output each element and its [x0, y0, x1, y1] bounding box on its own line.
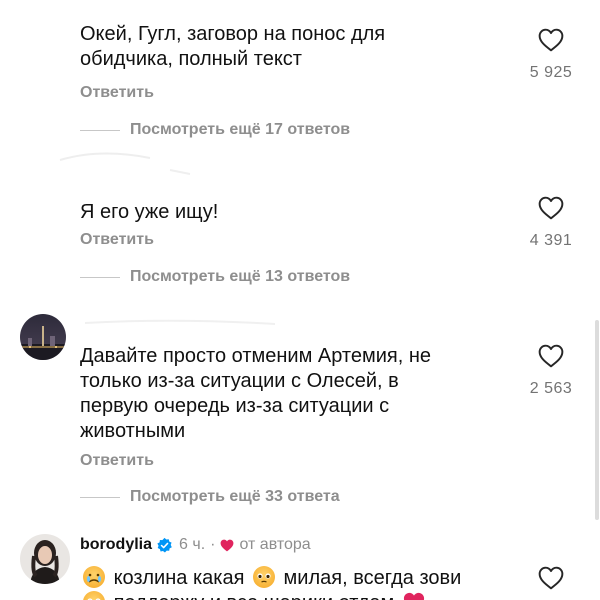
- replies-divider: [80, 129, 120, 131]
- avatar[interactable]: [20, 314, 66, 360]
- comment-line: обидчика, полный текст: [80, 48, 302, 70]
- replies-divider: [80, 496, 120, 498]
- like-column: [516, 566, 586, 590]
- comment-header: borodylia 6 ч. · от автора: [80, 536, 311, 554]
- reply-button[interactable]: Ответить: [80, 231, 154, 249]
- like-column: 2 563: [516, 344, 586, 398]
- replies-divider: [80, 276, 120, 278]
- comment-text: козлина какая милая, всегда зови поддерж…: [80, 566, 461, 600]
- comment-line: только из-за ситуации с Олесей, в: [80, 370, 399, 392]
- comment-line: поддержу и все шарики отдам: [80, 591, 461, 600]
- reply-button[interactable]: Ответить: [80, 84, 154, 102]
- crying-face-emoji-icon: [83, 566, 105, 588]
- red-heart-emoji-icon: [403, 591, 425, 600]
- comment-text: Я его уже ищу!: [80, 200, 218, 225]
- scrollbar[interactable]: [595, 320, 599, 520]
- background-smudge: [59, 152, 191, 175]
- username-link[interactable]: borodylia: [80, 536, 152, 554]
- heart-outline-icon[interactable]: [538, 28, 564, 52]
- comment-text: Давайте просто отменим Артемия, не тольк…: [80, 344, 431, 444]
- comment-fragment: милая, всегда зови: [283, 567, 462, 589]
- pleading-face-emoji-icon: [83, 591, 105, 600]
- like-count: 2 563: [529, 380, 573, 397]
- view-replies-label: Посмотреть ещё 33 ответа: [130, 488, 340, 505]
- comment-fragment: поддержу и все шарики отдам: [114, 592, 395, 600]
- view-replies-button[interactable]: Посмотреть ещё 13 ответов: [80, 267, 350, 287]
- author-liked-label: от автора: [239, 536, 311, 553]
- comment-line: Окей, Гугл, заговор на понос для: [80, 23, 386, 45]
- red-heart-icon: [221, 539, 234, 551]
- comment-time: 6 ч.: [179, 536, 206, 553]
- comment-line: животными: [80, 420, 186, 442]
- heart-outline-icon[interactable]: [538, 566, 564, 590]
- view-replies-button[interactable]: Посмотреть ещё 33 ответа: [80, 487, 340, 507]
- comment-line: Давайте просто отменим Артемия, не: [80, 345, 432, 367]
- like-column: 5 925: [516, 28, 586, 82]
- heart-outline-icon[interactable]: [538, 196, 564, 220]
- comment-line: козлина какая милая, всегда зови: [80, 566, 461, 591]
- meta-separator: ·: [210, 536, 216, 553]
- comments-screen: Окей, Гугл, заговор на понос для обидчик…: [0, 0, 600, 600]
- comment-fragment: козлина какая: [113, 567, 245, 589]
- view-replies-button[interactable]: Посмотреть ещё 17 ответов: [80, 120, 350, 140]
- city-night-avatar: [20, 314, 66, 360]
- comment-line: Я его уже ищу!: [80, 201, 219, 223]
- comment-text: Окей, Гугл, заговор на понос для обидчик…: [80, 22, 385, 72]
- pleading-face-emoji-icon: [252, 566, 275, 588]
- profile-photo-avatar: [20, 534, 70, 584]
- comment-line: первую очередь из-за ситуации с: [80, 395, 390, 417]
- view-replies-label: Посмотреть ещё 13 ответов: [130, 268, 351, 285]
- background-smudge: [85, 319, 276, 325]
- avatar[interactable]: [20, 534, 70, 584]
- view-replies-label: Посмотреть ещё 17 ответов: [130, 121, 351, 138]
- like-count: 4 391: [529, 232, 573, 249]
- reply-button[interactable]: Ответить: [80, 452, 154, 470]
- like-count: 5 925: [529, 64, 573, 81]
- heart-outline-icon[interactable]: [538, 344, 564, 368]
- verified-badge-icon: [157, 537, 172, 553]
- like-column: 4 391: [516, 196, 586, 250]
